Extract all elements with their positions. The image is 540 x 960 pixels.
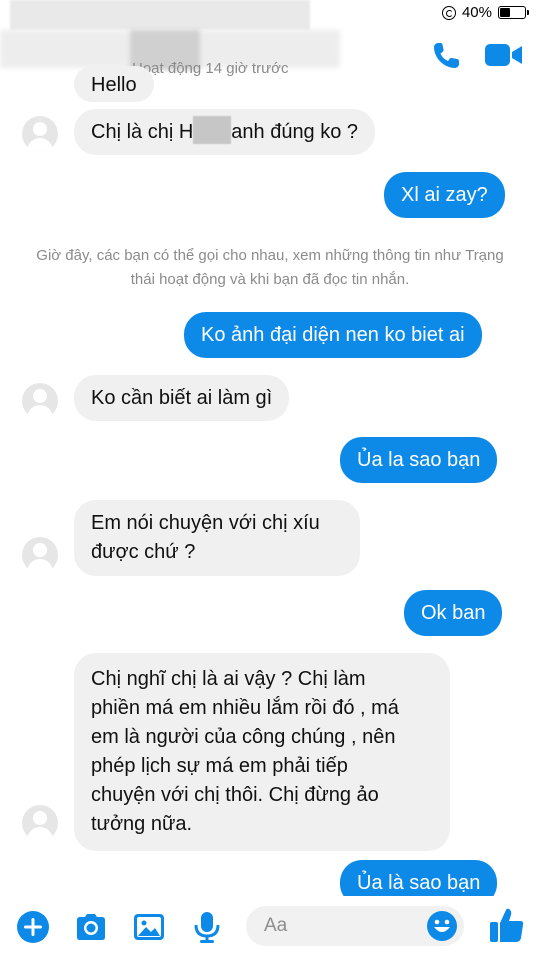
status-bar: 40% <box>0 0 540 30</box>
outgoing-message[interactable]: Ko ảnh đại diện nen ko biet ai <box>184 312 482 358</box>
screen-rotation-lock-icon <box>441 5 456 20</box>
incoming-message[interactable]: Ko cần biết ai làm gì <box>74 375 290 421</box>
message-text-part: anh đúng ko ? <box>231 121 359 143</box>
message-composer <box>0 896 540 960</box>
incoming-message[interactable]: Chị là chị H anh đúng ko ? <box>74 109 376 155</box>
incoming-message[interactable]: Hello <box>74 66 154 102</box>
message-input[interactable] <box>264 915 414 937</box>
active-status: Hoạt động 14 giờ trước <box>132 60 289 77</box>
message-text: Xl ai zay? <box>401 184 488 206</box>
status-right: 40% <box>441 4 529 21</box>
message-line: phép lịch sự má em phải tiếp <box>91 755 348 777</box>
message-text: Ko ảnh đại diện nen ko biet ai <box>201 324 465 346</box>
message-line: phiền má em nhiều lắm rồi đó , má <box>91 697 399 719</box>
avatar[interactable] <box>22 805 58 841</box>
call-icon[interactable] <box>430 40 462 72</box>
battery-icon <box>498 6 529 19</box>
microphone-icon[interactable] <box>190 910 224 944</box>
message-text: Ok ban <box>421 602 486 624</box>
video-call-icon[interactable] <box>485 42 523 68</box>
blurred-status-area <box>10 0 310 30</box>
message-text: Hello <box>91 74 137 96</box>
battery-percent: 40% <box>461 4 492 21</box>
censored-name <box>193 116 232 144</box>
incoming-message[interactable]: Chị nghĩ chị là ai vậy ? Chị làm phiền m… <box>74 653 450 851</box>
avatar[interactable] <box>22 537 58 573</box>
outgoing-message[interactable]: Xl ai zay? <box>384 172 505 218</box>
camera-icon[interactable] <box>74 910 108 944</box>
battery-fill <box>500 8 511 17</box>
avatar[interactable] <box>22 116 58 152</box>
outgoing-message[interactable]: Ủa la sao bạn <box>340 437 498 483</box>
message-line: chuyện với chị thôi. Chị đừng ảo <box>91 784 379 806</box>
message-input-field[interactable] <box>246 906 464 946</box>
incoming-message[interactable]: Em nói chuyện với chị xíu được chứ ? <box>74 500 360 576</box>
message-line: Em nói chuyện với chị xíu <box>91 512 320 534</box>
thumbs-up-icon[interactable] <box>488 906 526 944</box>
message-text-part: Chị là chị H <box>91 121 194 143</box>
message-line: Chị nghĩ chị là ai vậy ? Chị làm <box>91 668 366 690</box>
message-text: Ko cần biết ai làm gì <box>91 387 273 409</box>
system-notice: Giờ đây, các bạn có thể gọi cho nhau, xe… <box>36 247 504 288</box>
emoji-icon[interactable] <box>426 910 458 942</box>
plus-icon[interactable] <box>16 910 50 944</box>
message-text: Ủa là sao bạn <box>357 872 481 894</box>
image-icon[interactable] <box>132 910 166 944</box>
message-line: tưởng nữa. <box>91 813 193 835</box>
message-line: được chứ ? <box>91 541 196 563</box>
message-text: Ủa la sao bạn <box>357 449 481 471</box>
message-line: em là người của công chúng , nên <box>91 726 396 748</box>
avatar[interactable] <box>22 383 58 419</box>
outgoing-message[interactable]: Ok ban <box>404 590 503 636</box>
